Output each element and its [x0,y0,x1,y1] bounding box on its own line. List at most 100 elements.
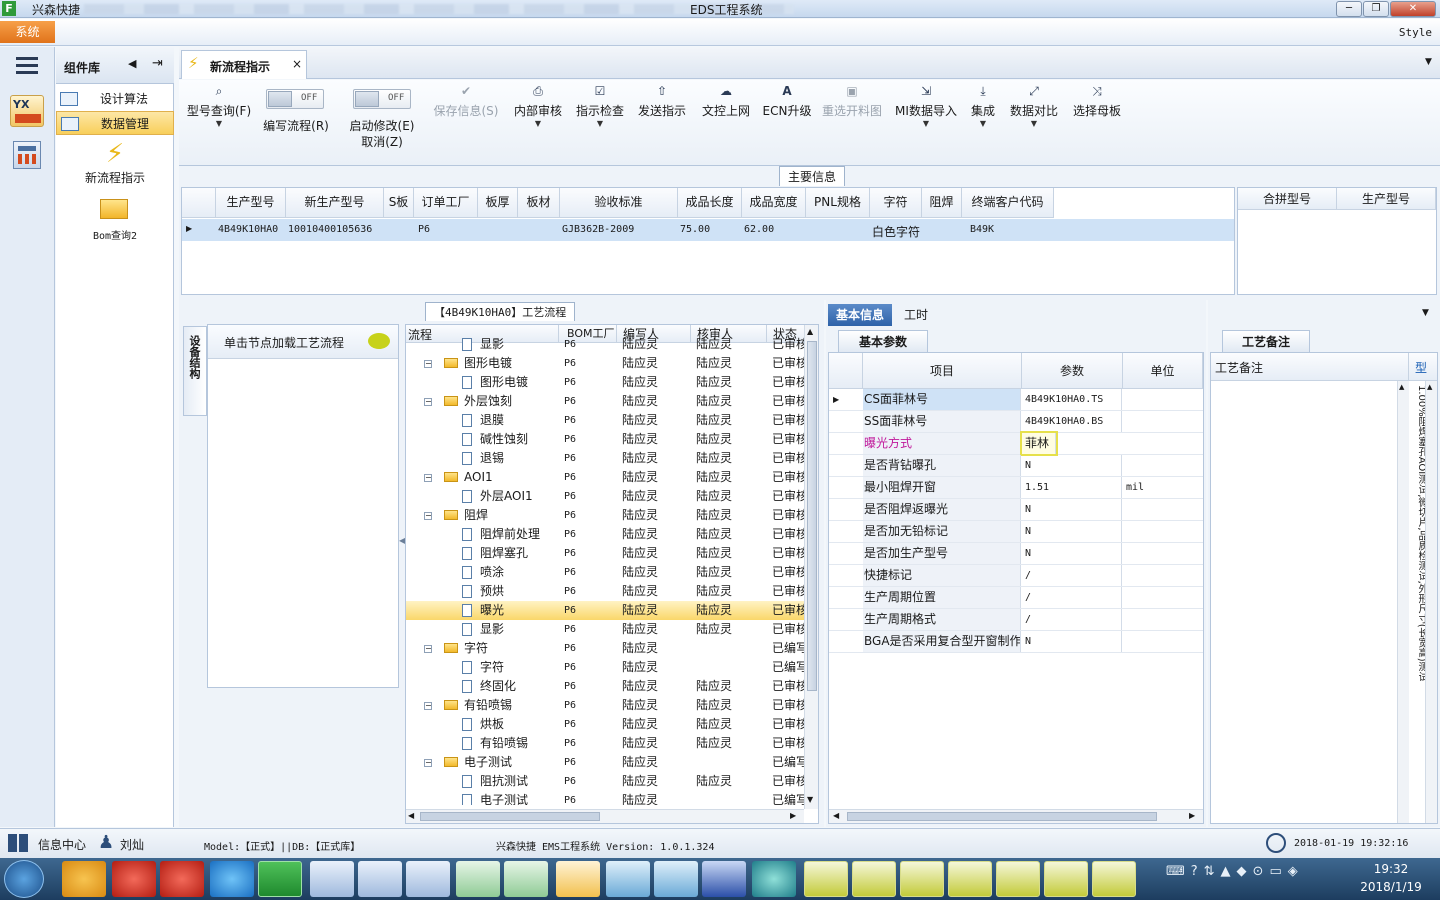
tree-node[interactable]: 烘板 P6 陆应灵 陆应灵 已审核 [406,715,806,734]
minimize-button[interactable]: ─ [1336,1,1362,17]
tree-node[interactable]: 终固化 P6 陆应灵 陆应灵 已审核 [406,677,806,696]
ecn-upgrade-button[interactable]: A ECN升级 [761,84,813,119]
col-header[interactable]: 板材 [518,188,560,218]
param-value[interactable]: N [1022,521,1122,542]
tree-node[interactable]: 退膜 P6 陆应灵 陆应灵 已审核 [406,411,806,430]
info-center-link[interactable]: 信息中心 [38,836,86,853]
data-compare-button[interactable]: ⤢ 数据对比 ▼ [1007,84,1061,128]
doc-control-upload-button[interactable]: ☁ 文控上网 [699,84,753,119]
param-row[interactable]: 生产周期格式 / [829,609,1203,631]
tile-bom-query[interactable]: Bom查询2 [56,197,174,243]
param-value[interactable]: 4B49K10HA0.TS [1022,389,1122,410]
tree-node[interactable]: 阻焊前处理 P6 陆应灵 陆应灵 已审核 [406,525,806,544]
tree-node[interactable]: 碱性蚀刻 P6 陆应灵 陆应灵 已审核 [406,430,806,449]
cancel-button[interactable]: 取消(Z) [345,133,419,150]
tree-node[interactable]: − 图形电镀 P6 陆应灵 陆应灵 已审核 [406,354,806,373]
expand-toggle-icon[interactable]: − [424,645,432,653]
close-window-button[interactable]: ✕ [1390,1,1436,17]
col-header[interactable]: 阻焊 [922,188,962,218]
expand-toggle-icon[interactable]: − [424,360,432,368]
x-window-icon-5[interactable] [996,861,1040,897]
tab-basic-params[interactable]: 基本参数 [838,330,928,352]
internal-review-button[interactable]: ⎙ 内部审核 ▼ [511,84,565,128]
params-horizontal-scrollbar[interactable]: ◀ ▶ [829,809,1203,823]
tree-node[interactable]: 退锡 P6 陆应灵 陆应灵 已审核 [406,449,806,468]
param-value[interactable]: 1.51 [1022,477,1122,498]
tree-node[interactable]: 预烘 P6 陆应灵 陆应灵 已审核 [406,582,806,601]
col-header[interactable]: PNL规格 [806,188,870,218]
x-window-icon-7[interactable] [1092,861,1136,897]
col-header[interactable]: 参数 [1022,353,1123,389]
yx-module-icon[interactable]: YX [10,95,44,127]
expand-toggle-icon[interactable]: − [424,512,432,520]
enable-edit-toggle[interactable]: OFF [353,89,411,109]
tree-node[interactable]: 电子测试 P6 陆应灵 已编写 [406,791,806,805]
param-value[interactable]: 4B49K10HA0.BS [1022,411,1122,432]
ie-browser-icon[interactable] [210,861,254,897]
tree-node[interactable]: 有铅喷锡 P6 陆应灵 陆应灵 已审核 [406,734,806,753]
scrollbar-thumb[interactable] [847,812,1157,821]
tree-node[interactable]: − 外层蚀刻 P6 陆应灵 陆应灵 已审核 [406,392,806,411]
tree-node[interactable]: 图形电镀 P6 陆应灵 陆应灵 已审核 [406,373,806,392]
col-header[interactable]: 订单工厂 [414,188,478,218]
col-header[interactable]: 合拼型号 [1238,188,1337,210]
col-header[interactable]: 型 [1409,353,1437,381]
tab-process-notes[interactable]: 工艺备注 [1222,330,1310,352]
param-value[interactable]: N [1022,543,1122,564]
word-doc-icon-2[interactable] [358,861,402,897]
scroll-up-icon[interactable]: ▲ [807,327,813,336]
tree-node[interactable]: 显影 P6 陆应灵 陆应灵 已审核 [406,620,806,639]
tile-new-flow[interactable]: ⚡ 新流程指示 [56,139,174,189]
component-item-data-management[interactable]: 数据管理 [56,111,174,135]
tree-node[interactable]: 显影 P6 陆应灵 陆应灵 已审核 [406,335,806,354]
collapse-left-icon[interactable]: ◀ [128,57,136,70]
tree-horizontal-scrollbar[interactable]: ◀ ▶ [406,809,804,823]
start-button-icon[interactable] [4,860,44,898]
param-row[interactable]: 快捷标记 / [829,565,1203,587]
col-header[interactable]: 验收标准 [560,188,678,218]
expand-toggle-icon[interactable]: − [424,702,432,710]
scroll-down-icon[interactable]: ▼ [807,795,813,804]
notes-vertical-scrollbar[interactable]: ▲ [1397,381,1409,823]
param-value[interactable]: N [1022,455,1122,476]
g-app-icon-2[interactable] [160,861,204,897]
tab-overflow-dropdown-icon[interactable]: ▼ [1425,57,1432,67]
text-app-icon[interactable] [556,861,600,897]
param-row[interactable]: 是否加无铅标记 N [829,521,1203,543]
param-value[interactable]: / [1022,587,1122,608]
param-value[interactable]: / [1022,565,1122,586]
col-header[interactable]: 生产型号 [1337,188,1436,210]
param-value[interactable]: / [1022,609,1122,630]
col-header[interactable]: 项目 [863,353,1022,389]
col-header[interactable]: 板厚 [478,188,518,218]
param-row[interactable]: 生产周期位置 / [829,587,1203,609]
col-header[interactable]: S板 [384,188,414,218]
tab-new-flow[interactable]: ⚡ 新流程指示 × [181,50,307,79]
expand-toggle-icon[interactable]: − [424,759,432,767]
select-mother-board-button[interactable]: ⤨ 选择母板 [1069,84,1125,119]
scrollbar-thumb[interactable] [807,341,817,691]
tab-work-hours[interactable]: 工时 [904,306,928,323]
col-header[interactable]: 字符 [870,188,922,218]
param-value[interactable]: N [1022,499,1122,520]
panel-dropdown-icon[interactable]: ▼ [1422,308,1429,318]
tree-node[interactable]: 字符 P6 陆应灵 已编写 [406,658,806,677]
maximize-button[interactable]: ❐ [1363,1,1389,17]
param-row[interactable]: 是否加生产型号 N [829,543,1203,565]
param-value[interactable]: 菲林 [1020,431,1058,456]
scrollbar-thumb[interactable] [420,812,600,821]
model-query-button[interactable]: ⌕ 型号查询(F) ▼ [183,84,255,128]
scroll-left-icon[interactable]: ◀ [833,811,839,820]
menu-toggle-icon[interactable] [16,57,38,60]
excel-doc-icon[interactable] [456,861,500,897]
col-header[interactable]: 单位 [1123,353,1203,389]
system-tray-icons[interactable]: ⌨?⇅▲◆⊙▭◈ [1166,864,1336,894]
style-menu[interactable]: Style [1399,26,1432,39]
scroll-up-icon[interactable]: ▲ [1427,383,1432,391]
mi-data-import-button[interactable]: ⇲ MI数据导入 ▼ [893,84,959,128]
integrate-button[interactable]: ⤓ 集成 ▼ [965,84,1001,128]
scroll-left-icon[interactable]: ◀ [408,811,414,820]
tab-basic-info[interactable]: 基本信息 [828,304,892,326]
send-instruction-button[interactable]: ⇧ 发送指示 [635,84,689,119]
tab-close-icon[interactable]: × [292,57,302,71]
